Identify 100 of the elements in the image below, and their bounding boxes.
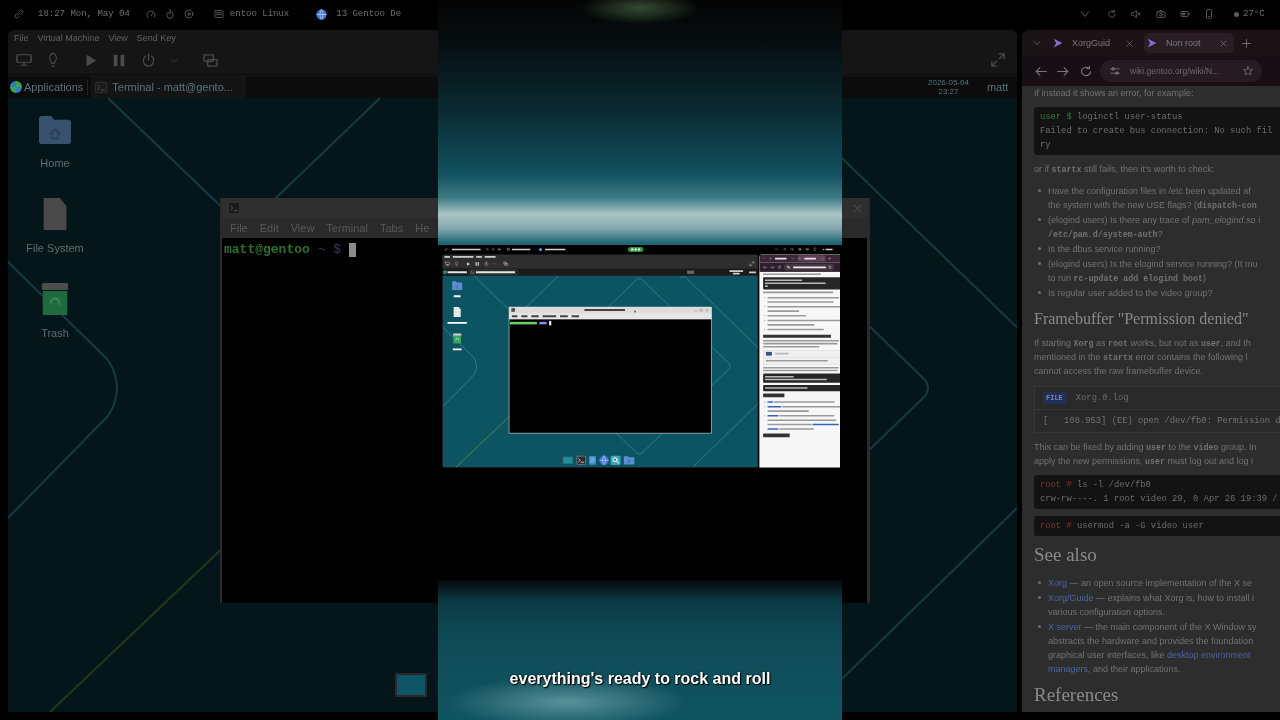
blurred-text-line: [825, 248, 833, 251]
display-icon[interactable]: [562, 456, 574, 465]
power-icon[interactable]: [142, 53, 155, 67]
wiki-link[interactable]: Xorg: [1048, 578, 1067, 588]
cursor-icon: [349, 242, 357, 257]
desktop-shortcut[interactable]: [447, 306, 467, 325]
blurred-text-line: [545, 248, 566, 251]
blurred-text-line: [767, 419, 837, 421]
desktop-shortcut[interactable]: [452, 333, 462, 352]
url-field[interactable]: [783, 263, 835, 271]
wiki-link[interactable]: Xorg/Guide: [1048, 593, 1094, 603]
menu-item[interactable]: Send Key: [136, 33, 176, 43]
file-badge: [765, 351, 772, 356]
blurred-text-line: [749, 271, 756, 273]
desktop-shortcut[interactable]: [452, 280, 463, 299]
phone-icon[interactable]: [1204, 9, 1214, 19]
close-icon[interactable]: [1220, 39, 1227, 47]
back-icon[interactable]: [1035, 65, 1047, 77]
chevron-down-icon[interactable]: [170, 57, 178, 63]
article-text: or if startx still fails, then it's worth to check:: [1034, 163, 1215, 176]
folder-icon: [452, 280, 463, 291]
tune-icon[interactable]: [1110, 66, 1120, 76]
site-icon: [798, 256, 802, 260]
applications-menu[interactable]: Applications: [8, 76, 84, 98]
desktop-shortcut[interactable]: Home: [39, 115, 71, 170]
browser-tab[interactable]: [797, 255, 826, 262]
taskbar-button[interactable]: Terminal - matt@gento...: [91, 76, 247, 98]
wiki-link[interactable]: X server: [1048, 622, 1082, 632]
code-line: user $ loginctl user-status: [1040, 111, 1183, 124]
fullscreen-icon[interactable]: [991, 53, 1005, 67]
blurred-text-line: [510, 321, 537, 325]
blurred-text-line: [763, 291, 834, 293]
list-item-text: /etc/pam.d/system-auth?: [1048, 228, 1163, 241]
drive-icon: [453, 306, 462, 317]
url-field[interactable]: wiki.gentoo.org/wiki/N...: [1100, 60, 1262, 82]
star-icon[interactable]: [1243, 66, 1253, 76]
blurred-text-line: [531, 315, 539, 318]
reload-icon[interactable]: [1080, 65, 1092, 77]
close-icon[interactable]: [1126, 39, 1133, 47]
search-icon[interactable]: [610, 455, 621, 465]
bullet-icon: [1038, 218, 1041, 221]
list-item-text: graphical user interfaces, like desktop environment: [1048, 649, 1251, 662]
pause-icon[interactable]: [475, 261, 480, 266]
menu-logo-icon: [443, 270, 447, 275]
trash-icon: [452, 333, 462, 344]
chevron-down-icon[interactable]: [1080, 9, 1090, 19]
globe-icon[interactable]: [599, 455, 610, 466]
blurred-text-line: [763, 393, 785, 398]
time-text: 23:27: [938, 87, 959, 96]
chevron-down-icon[interactable]: [1033, 40, 1041, 46]
sync-icon[interactable]: [1107, 9, 1117, 19]
window-icon: [213, 9, 224, 19]
camera-icon[interactable]: [1156, 9, 1166, 19]
menu-item[interactable]: View: [108, 33, 128, 43]
battery-icon[interactable]: [1180, 9, 1190, 19]
bullet-icon: [1038, 596, 1041, 599]
list-item-text: managers, and their applications.: [1048, 663, 1181, 676]
speaker-icon[interactable]: [1131, 9, 1141, 19]
blurred-text-line: [767, 324, 815, 326]
menu-item[interactable]: Virtual Machine: [37, 33, 100, 43]
plus-icon[interactable]: [1242, 38, 1251, 48]
gauge-icon: [145, 9, 156, 19]
play-icon[interactable]: [466, 261, 471, 266]
code-line: [ 108.953] (EE) open /dev/fb0: Permission d: [1042, 415, 1280, 428]
subtitle-caption: everything's ready to rock and roll: [509, 669, 771, 689]
wiki-link[interactable]: desktop environment: [1167, 650, 1251, 660]
menu-item[interactable]: File: [14, 33, 29, 43]
blurred-text-line: [451, 248, 481, 251]
display-icon[interactable]: [395, 673, 427, 697]
blurred-text-line: [521, 315, 528, 318]
close-icon[interactable]: [853, 203, 862, 213]
taskbar-button[interactable]: [469, 268, 518, 276]
bullet-icon: [1038, 247, 1041, 250]
applications-menu[interactable]: [442, 268, 467, 276]
browser-tab[interactable]: XorgGuid: [1050, 33, 1140, 53]
blurred-text-line: [560, 315, 568, 318]
folder-icon[interactable]: [623, 455, 635, 465]
list-item-text: various configuration options.: [1048, 606, 1166, 619]
disc-icon: [183, 9, 194, 19]
code-line: root # usermod -a -G video user: [1040, 520, 1204, 533]
link-icon: [14, 9, 24, 19]
desktop-shortcut[interactable]: File System: [26, 198, 84, 255]
document-icon[interactable]: [589, 455, 596, 465]
battery-icon[interactable]: [805, 247, 810, 251]
flame-icon: [164, 9, 175, 19]
workspace-label[interactable]: 13 Gentoo De: [336, 9, 402, 19]
lightbulb-icon[interactable]: [48, 53, 58, 67]
site-icon: [1147, 38, 1157, 48]
list-item-text: X server — the main component of the X Window sy: [1048, 621, 1257, 634]
forward-icon[interactable]: [1057, 65, 1069, 77]
desktop-shortcut[interactable]: Trash: [41, 283, 69, 340]
cursor-icon: [549, 320, 552, 326]
terminal-icon[interactable]: [576, 455, 586, 465]
windows-icon[interactable]: [203, 53, 218, 67]
user-name[interactable]: matt: [986, 81, 1009, 93]
bullet-icon: [1038, 581, 1041, 584]
browser-tab[interactable]: Non root: [1144, 33, 1234, 53]
workspace-indicator-icon[interactable]: [627, 246, 644, 252]
code-line: ry: [1040, 139, 1051, 152]
blurred-text-line: [584, 309, 625, 311]
